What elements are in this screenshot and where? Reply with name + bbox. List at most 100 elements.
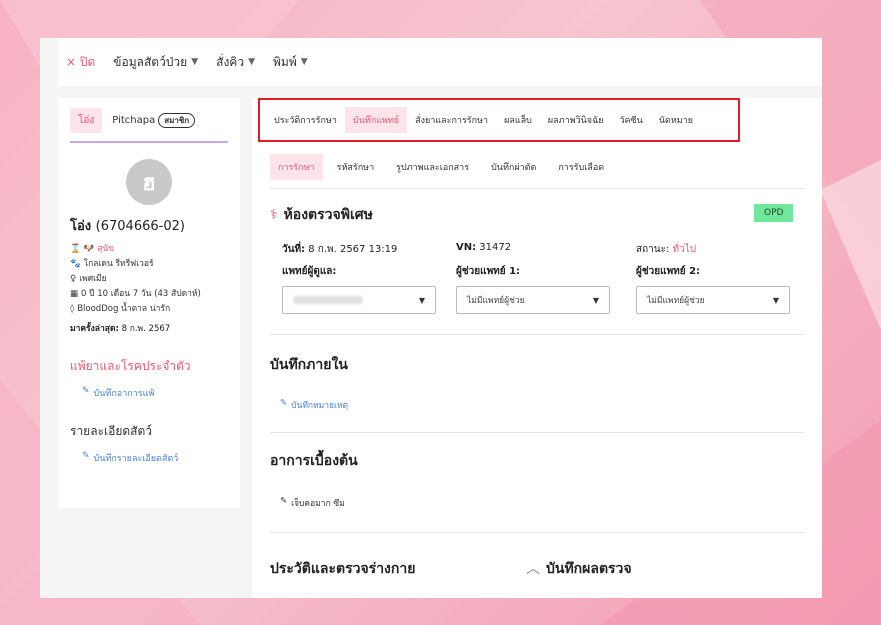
allergy-link-label: บันทึกอาการแพ้ — [93, 389, 155, 399]
tab-doctor-note[interactable]: บันทึกแพทย์ — [344, 107, 408, 133]
menu-label: ข้อมูลสัตว์ป่วย — [113, 54, 188, 69]
pet-id: (6704666-02) — [95, 219, 185, 234]
detail-title: รายละเอียดสัตว์ — [70, 424, 153, 438]
opd-badge: OPD — [754, 204, 794, 222]
owner-name: Pitchapa — [112, 115, 156, 126]
assistant2-value: ไม่มีแพทย์ผู้ช่วย — [647, 296, 705, 306]
vn-label: VN: — [456, 242, 477, 253]
internal-note-title: บันทึกภายใน — [270, 357, 348, 373]
doctor-label: แพทย์ผู้ดูแล: — [282, 266, 337, 277]
member-badge: สมาชิก — [158, 113, 196, 128]
sex-line: ♀ เพศเมีย — [70, 272, 228, 287]
assistant1-value: ไม่มีแพทย์ผู้ช่วย — [467, 296, 525, 306]
tab-appointment[interactable]: นัดหมาย — [651, 107, 701, 133]
vn-value: 31472 — [479, 242, 512, 253]
menu-label: สั่งคิว — [216, 54, 245, 69]
pet-name: โอ่ง (6704666-02) — [70, 215, 228, 236]
print-menu[interactable]: พิมพ์ ▼ — [273, 53, 308, 72]
subtab-surgery[interactable]: บันทึกผ่าตัด — [483, 154, 544, 180]
chevron-down-icon: ▼ — [191, 57, 199, 67]
subtab-blood[interactable]: การรับเลือด — [550, 154, 612, 180]
symptom-title: อาการเบื้องต้น — [270, 453, 358, 469]
species-line: ⌛ 🐶 สุนัข — [70, 242, 228, 257]
date-value: 8 ก.พ. 2567 13:19 — [308, 244, 398, 255]
app-window: × ปิด ข้อมูลสัตว์ป่วย ▼ สั่งคิว ▼ พิมพ์ … — [40, 38, 822, 598]
chevron-down-icon: ▼ — [248, 57, 255, 67]
queue-menu[interactable]: สั่งคิว ▼ — [216, 53, 255, 72]
assistant2-label: ผู้ช่วยแพทย์ 2: — [636, 266, 701, 277]
tab-imaging[interactable]: ผลภาพวินิจฉัย — [540, 107, 612, 133]
chevron-up-icon: ︿ — [526, 561, 540, 577]
main-tabs: ประวัติการรักษา บันทึกแพทย์ สั่งยาและการ… — [258, 98, 740, 142]
age-line: ▦ 0 ปี 10 เดือน 7 วัน (43 สัปดาห์) — [70, 287, 228, 302]
age: 0 ปี 10 เดือน 7 วัน (43 สัปดาห์) — [81, 289, 201, 299]
detail-link-label: บันทึกรายละเอียดสัตว์ — [93, 454, 179, 464]
visit-number: VN: 31472 — [456, 242, 511, 253]
exam-room-title: ⚕ ห้องตรวจพิเศษ — [270, 204, 373, 226]
pencil-icon: ✎ — [82, 386, 90, 396]
chevron-down-icon: ▼ — [418, 295, 425, 305]
breed: โกลเดน รีทรีฟเวอร์ — [83, 259, 154, 269]
detail-link[interactable]: ✎ บันทึกรายละเอียดสัตว์ — [70, 451, 228, 465]
chevron-down-icon: ▼ — [772, 295, 779, 305]
subtab-images-docs[interactable]: รูปภาพและเอกสาร — [388, 154, 477, 180]
pet-name-text: โอ่ง — [70, 219, 92, 234]
subtab-treatment[interactable]: การรักษา — [270, 154, 323, 180]
patient-tabs: โอ่ง Pitchapa สมาชิก — [70, 108, 228, 143]
female-icon: ♀ — [70, 274, 77, 284]
medical-record-panel: ประวัติการรักษา บันทึกแพทย์ สั่งยาและการ… — [252, 98, 822, 598]
pencil-icon: ✎ — [280, 398, 288, 408]
internal-note-link-label: บันทึกหมายเหตุ — [291, 401, 349, 411]
internal-note-link[interactable]: ✎ บันทึกหมายเหตุ — [280, 398, 348, 412]
divider — [270, 532, 804, 533]
toolbar: × ปิด ข้อมูลสัตว์ป่วย ▼ สั่งคิว ▼ พิมพ์ … — [58, 38, 822, 86]
subtab-treatment-code[interactable]: รหัสรักษา — [329, 154, 383, 180]
doctor-select[interactable]: ▼ — [282, 286, 436, 314]
tab-vaccine[interactable]: วัคซีน — [611, 107, 650, 133]
history-exam-title: ประวัติและตรวจร่างกาย — [270, 561, 416, 577]
sub-tabs: การรักษา รหัสรักษา รูปภาพและเอกสาร บันทึ… — [270, 154, 612, 180]
allergy-link[interactable]: ✎ บันทึกอาการแพ้ — [70, 386, 228, 400]
traits-line: ◊ BloodDog น้ำตาล น่ารัก — [70, 302, 228, 317]
calendar-icon: ▦ — [70, 289, 79, 299]
tab-pet[interactable]: โอ่ง — [70, 108, 103, 133]
patient-info-menu[interactable]: ข้อมูลสัตว์ป่วย ▼ — [113, 53, 198, 72]
avatar: ฮ — [126, 159, 172, 205]
last-visit-label: มาครั้งล่าสุด: — [70, 324, 119, 334]
result-note-title: บันทึกผลตรวจ — [546, 561, 632, 577]
divider — [270, 432, 804, 433]
breed-line: 🐾 โกลเดน รีทรีฟเวอร์ — [70, 257, 228, 272]
traits: BloodDog น้ำตาล น่ารัก — [77, 304, 171, 314]
drop-icon: ◊ — [70, 304, 75, 314]
room-name: ห้องตรวจพิเศษ — [283, 207, 373, 223]
divider — [270, 188, 804, 189]
doctor-value — [293, 296, 363, 304]
chevron-down-icon: ▼ — [300, 57, 308, 67]
pencil-icon: ✎ — [280, 496, 288, 506]
assistant1-label: ผู้ช่วยแพทย์ 1: — [456, 266, 521, 277]
result-note-section[interactable]: ︿ บันทึกผลตรวจ — [526, 558, 632, 580]
allergy-title: แพ้ยาและโรคประจำตัว — [70, 359, 191, 373]
assistant1-select[interactable]: ไม่มีแพทย์ผู้ช่วย ▼ — [456, 286, 610, 314]
chevron-down-icon: ▼ — [592, 295, 599, 305]
date-label: วันที่: — [282, 244, 306, 255]
visit-date: วันที่: 8 ก.พ. 2567 13:19 — [282, 242, 397, 257]
pencil-icon: ✎ — [82, 451, 90, 461]
assistant2-select[interactable]: ไม่มีแพทย์ผู้ช่วย ▼ — [636, 286, 790, 314]
tab-lab[interactable]: ผลแล็บ — [496, 107, 540, 133]
tab-prescription[interactable]: สั่งยาและการรักษา — [407, 107, 496, 133]
status-value: ทั่วไป — [672, 244, 697, 255]
patient-sidebar: โอ่ง Pitchapa สมาชิก ฮ โอ่ง (6704666-02)… — [58, 98, 240, 508]
menu-label: พิมพ์ — [273, 54, 297, 69]
close-button[interactable]: × ปิด — [66, 53, 95, 72]
tab-owner[interactable]: Pitchapa สมาชิก — [112, 113, 196, 128]
divider — [270, 334, 804, 335]
symptom-note[interactable]: ✎ เจ็บคอมาก ซึม — [280, 496, 345, 510]
species: สุนัข — [97, 244, 114, 254]
dog-icon: 🐶 — [83, 244, 95, 254]
visit-status: สถานะ: ทั่วไป — [636, 242, 696, 257]
stethoscope-icon: ⚕ — [270, 207, 278, 223]
tab-history[interactable]: ประวัติการรักษา — [266, 107, 345, 133]
paw-icon: 🐾 — [70, 259, 81, 269]
last-visit: มาครั้งล่าสุด: 8 ก.พ. 2567 — [70, 321, 228, 335]
